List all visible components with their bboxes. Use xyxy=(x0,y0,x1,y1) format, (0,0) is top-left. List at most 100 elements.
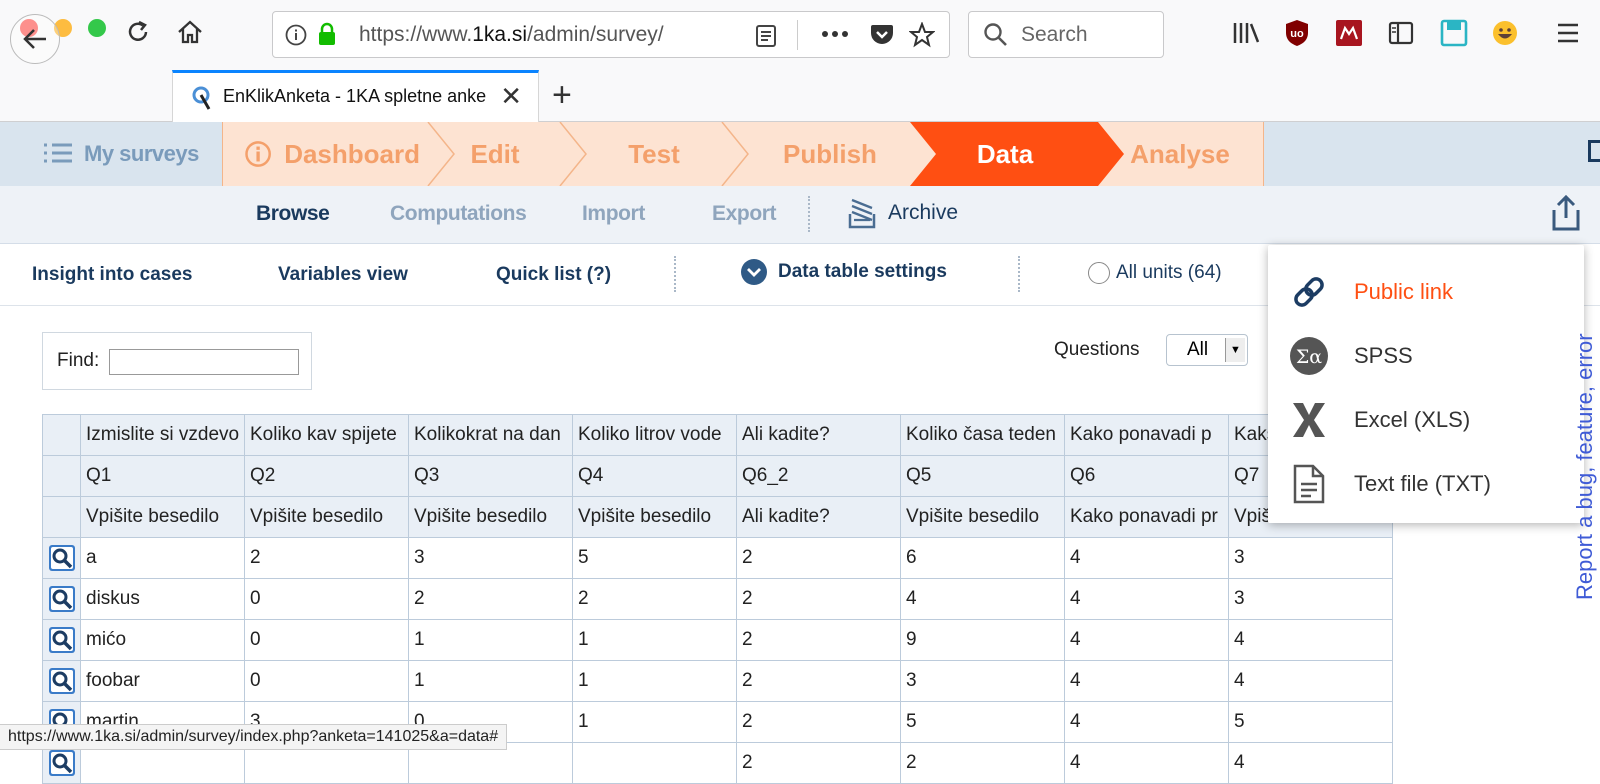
pocket-icon[interactable] xyxy=(869,23,895,47)
view-record-icon[interactable] xyxy=(44,625,80,655)
import-link[interactable]: Import xyxy=(582,202,645,226)
radio-button[interactable] xyxy=(1088,262,1110,284)
view-record-icon[interactable] xyxy=(44,543,80,573)
view-record-icon[interactable] xyxy=(44,666,80,696)
table-row: diskus 0 2 2 2 4 4 3 xyxy=(42,578,1393,620)
text-file-label: Text file (TXT) xyxy=(1354,471,1491,496)
search-icon xyxy=(984,23,1007,46)
table-cell: Vpišite besedilo xyxy=(244,496,409,538)
table-cell xyxy=(572,742,737,784)
search-bar[interactable]: Search xyxy=(968,11,1164,58)
step-edit[interactable]: Edit xyxy=(450,122,540,186)
hamburger-menu-icon[interactable] xyxy=(1556,22,1580,44)
share-export-icon[interactable] xyxy=(1550,194,1582,232)
header-corner-cell xyxy=(42,414,81,456)
reload-button[interactable] xyxy=(122,16,154,48)
view-record-icon[interactable] xyxy=(44,584,80,614)
mendeley-icon[interactable] xyxy=(1336,20,1362,46)
table-cell: a xyxy=(80,537,245,579)
ublock-shield-icon[interactable]: uo xyxy=(1284,18,1310,48)
url-text[interactable]: https://www.1ka.si/admin/survey/ xyxy=(359,23,689,47)
new-tab-button[interactable]: + xyxy=(552,76,572,115)
table-cell: mićo xyxy=(80,619,245,661)
spss-icon: Σα xyxy=(1288,335,1330,377)
table-cell: 2 xyxy=(736,619,901,661)
save-icon[interactable] xyxy=(1440,19,1468,47)
archive-link[interactable]: Archive xyxy=(846,196,958,230)
view-record-icon[interactable] xyxy=(44,748,80,778)
step-publish[interactable]: Publish xyxy=(770,122,890,186)
table-cell: Vpišite besedilo xyxy=(900,496,1065,538)
table-cell: 4 xyxy=(1064,701,1229,743)
table-cell: Vpišite besedilo xyxy=(80,496,245,538)
questions-selected-value: All xyxy=(1187,339,1209,360)
report-bug-link[interactable]: Report a bug, feature, error xyxy=(1572,333,1598,600)
excel-item[interactable]: Excel (XLS) xyxy=(1268,387,1584,451)
emoji-icon[interactable] xyxy=(1492,20,1518,46)
window-zoom-button[interactable] xyxy=(88,19,106,37)
table-cell: 4 xyxy=(1064,578,1229,620)
excel-icon xyxy=(1288,399,1330,441)
variables-view-link[interactable]: Variables view xyxy=(278,264,408,286)
step-analyse[interactable]: Analyse xyxy=(1120,122,1240,186)
tab-close-icon[interactable]: ✕ xyxy=(500,81,522,112)
info-circle-icon xyxy=(245,141,271,167)
status-bar: https://www.1ka.si/admin/survey/index.ph… xyxy=(0,724,508,750)
row-view-cell[interactable] xyxy=(42,660,81,702)
home-button[interactable] xyxy=(174,16,206,48)
step-data[interactable]: Data xyxy=(950,122,1060,186)
bookmark-star-icon[interactable] xyxy=(909,22,935,48)
spss-item[interactable]: Σα SPSS xyxy=(1268,323,1584,387)
row-view-cell[interactable] xyxy=(42,578,81,620)
table-cell: Ali kadite? xyxy=(736,414,901,456)
table-cell: Q5 xyxy=(900,455,1065,497)
computations-link[interactable]: Computations xyxy=(390,202,527,226)
tab-strip: EnKlikAnketa - 1KA spletne anke ✕ + xyxy=(0,70,1600,123)
more-actions-icon[interactable] xyxy=(821,30,849,38)
lock-icon[interactable] xyxy=(317,22,337,46)
table-cell: diskus xyxy=(80,578,245,620)
insight-into-cases-link[interactable]: Insight into cases xyxy=(32,264,192,286)
info-icon[interactable] xyxy=(285,24,307,46)
table-cell: Kako ponavadi p xyxy=(1064,414,1229,456)
row-view-cell[interactable] xyxy=(42,619,81,661)
export-link[interactable]: Export xyxy=(712,202,777,226)
all-units-radio[interactable]: All units (64) xyxy=(1088,262,1222,284)
table-cell: 3 xyxy=(1228,578,1393,620)
table-cell: 1 xyxy=(408,660,573,702)
text-file-item[interactable]: Text file (TXT) xyxy=(1268,451,1584,515)
browser-tab[interactable]: EnKlikAnketa - 1KA spletne anke ✕ xyxy=(172,70,539,123)
chevron-down-icon[interactable]: ▼ xyxy=(1225,338,1245,362)
table-cell: Koliko litrov vode xyxy=(572,414,737,456)
tab-title: EnKlikAnketa - 1KA spletne anke xyxy=(223,86,487,106)
table-cell: 2 xyxy=(736,701,901,743)
data-table-settings-link[interactable]: Data table settings xyxy=(740,258,947,286)
sidebar-icon[interactable] xyxy=(1388,20,1414,46)
table-cell: 4 xyxy=(1228,619,1393,661)
table-cell: 4 xyxy=(1064,537,1229,579)
browse-link[interactable]: Browse xyxy=(256,202,330,226)
url-bar[interactable]: https://www.1ka.si/admin/survey/ xyxy=(272,11,950,58)
library-icon[interactable] xyxy=(1232,20,1260,46)
table-cell: Kako ponavadi pr xyxy=(1064,496,1229,538)
archive-stack-icon xyxy=(848,198,876,229)
step-test[interactable]: Test xyxy=(606,122,702,186)
table-cell: 2 xyxy=(900,742,1065,784)
reader-view-icon[interactable] xyxy=(755,24,777,48)
quick-list-link[interactable]: Quick list (?) xyxy=(496,264,611,286)
table-row: a2352643 xyxy=(42,537,1393,579)
questions-select[interactable]: All ▼ xyxy=(1166,334,1248,366)
table-cell: 4 xyxy=(1228,742,1393,784)
table-cell: Izmislite si vzdevo xyxy=(80,414,245,456)
my-surveys-link[interactable]: My surveys xyxy=(0,122,222,186)
back-button[interactable] xyxy=(10,14,60,64)
public-link-item[interactable]: Public link xyxy=(1268,259,1584,323)
public-link-label: Public link xyxy=(1354,279,1454,304)
row-view-cell[interactable] xyxy=(42,537,81,579)
step-dashboard[interactable]: Dashboard xyxy=(244,122,420,186)
table-cell: 2 xyxy=(736,537,901,579)
find-input[interactable] xyxy=(109,349,299,375)
app-navigation: My surveys Dashboard Edit Test Publish D… xyxy=(0,122,1600,186)
table-cell: 6 xyxy=(900,537,1065,579)
table-cell: 3 xyxy=(408,537,573,579)
